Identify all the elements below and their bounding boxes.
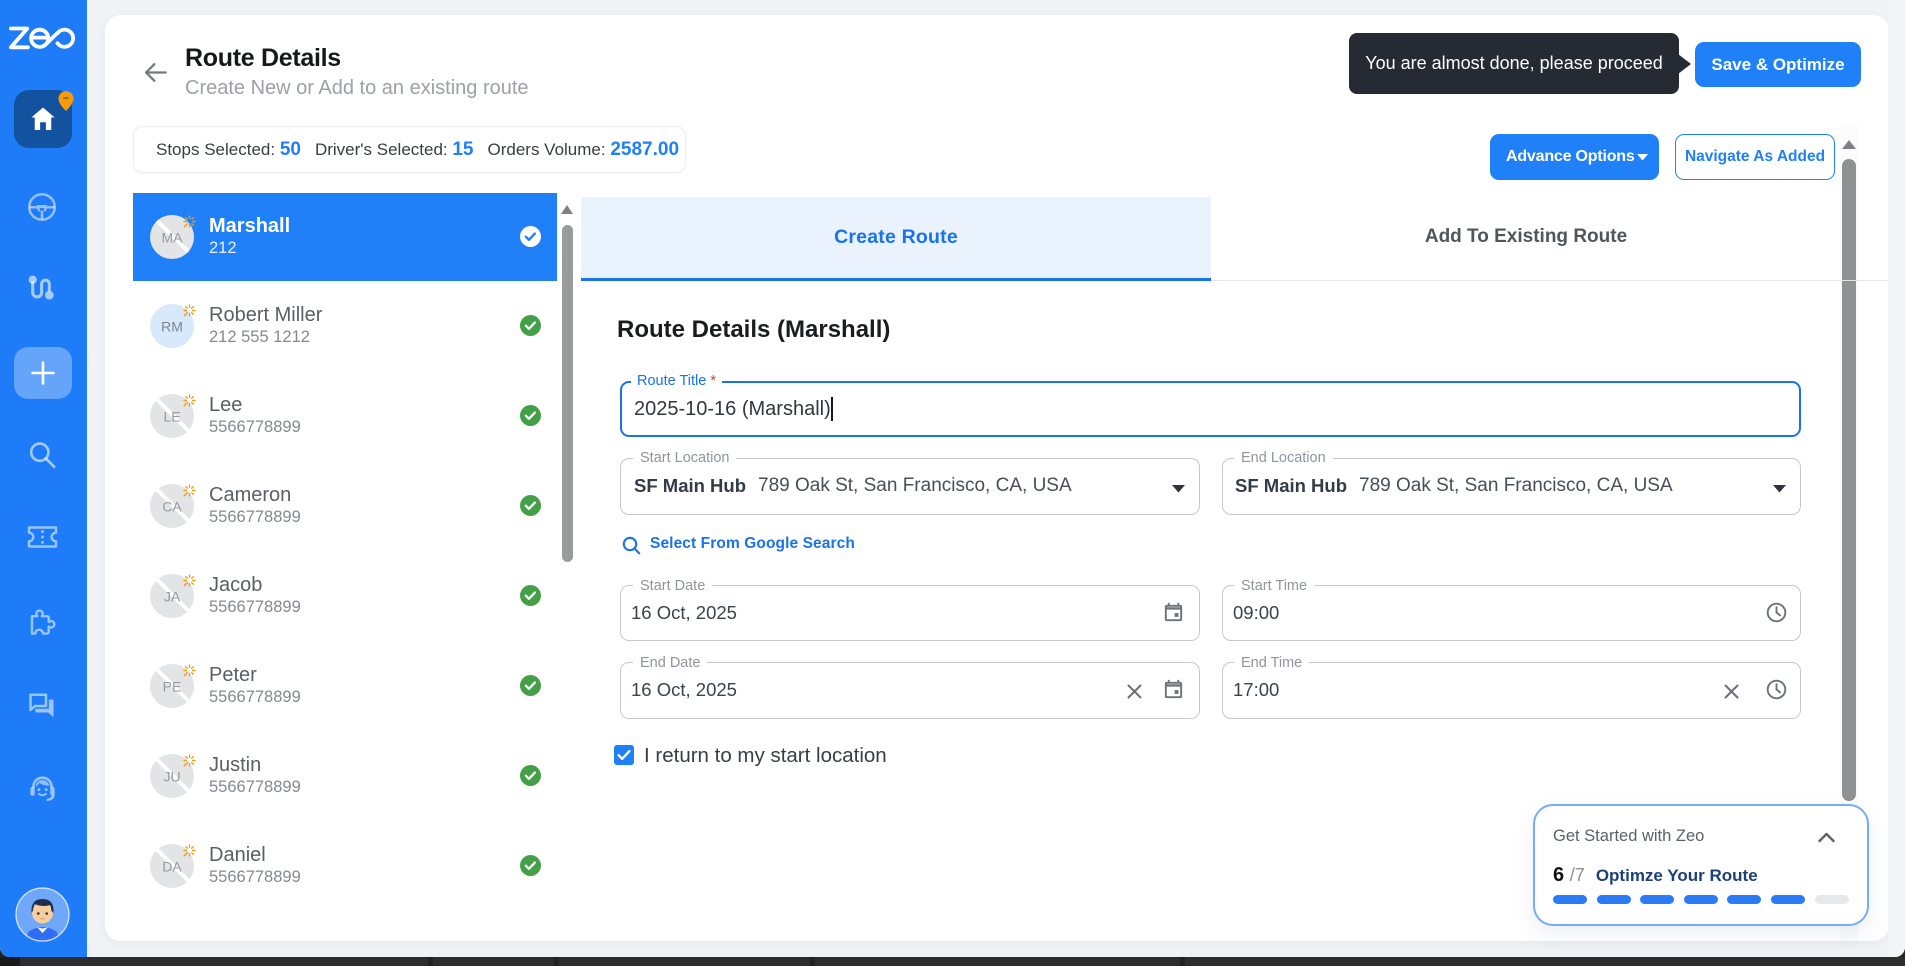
svg-text:JA: JA <box>164 589 181 605</box>
svg-text:JU: JU <box>163 769 180 785</box>
svg-text:LE: LE <box>163 409 180 425</box>
svg-text:MA: MA <box>162 230 184 246</box>
svg-text:DA: DA <box>162 859 182 875</box>
svg-text:CA: CA <box>162 499 182 515</box>
svg-text:PE: PE <box>163 679 182 695</box>
svg-text:RM: RM <box>161 319 183 335</box>
